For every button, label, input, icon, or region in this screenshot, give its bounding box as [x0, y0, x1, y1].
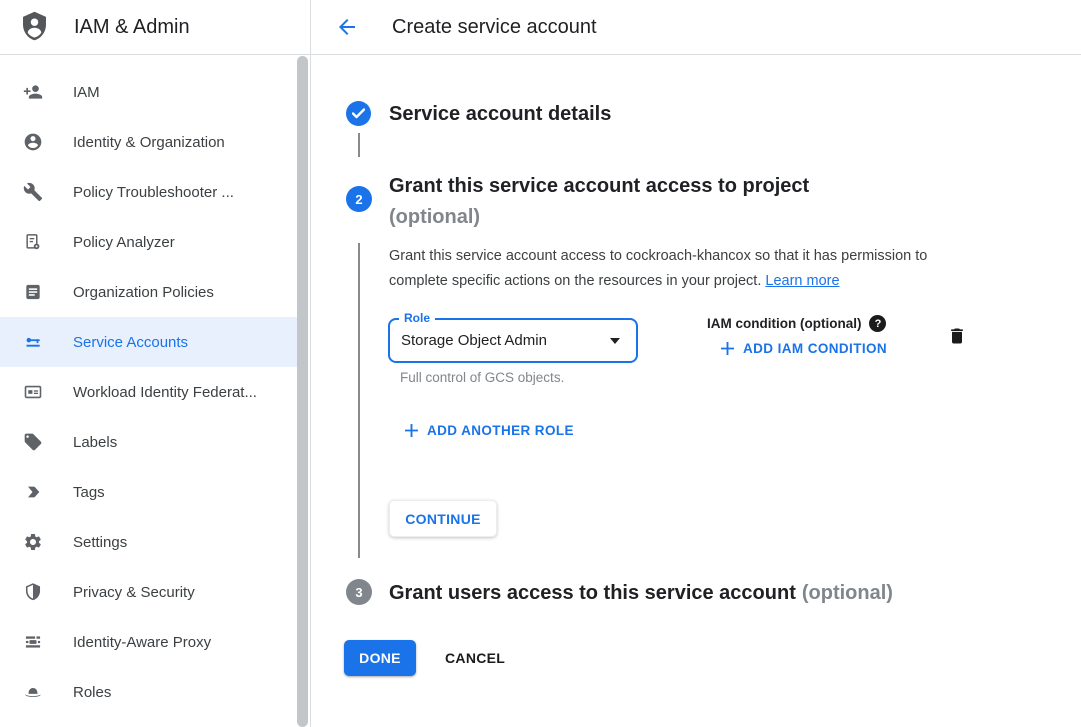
sidebar-item-label: Policy Analyzer — [73, 234, 175, 251]
stepper-connector — [358, 243, 360, 558]
arrow-back-icon — [335, 15, 359, 39]
help-icon[interactable]: ? — [869, 315, 886, 332]
add-another-role-button[interactable]: ADD ANOTHER ROLE — [405, 423, 574, 438]
tag-arrow-icon — [23, 482, 43, 502]
gear-icon — [23, 532, 43, 552]
sidebar-divider — [310, 0, 311, 727]
step2-number: 2 — [355, 192, 362, 207]
step2-optional-label: (optional) — [389, 202, 809, 233]
add-another-role-label: ADD ANOTHER ROLE — [427, 423, 574, 438]
step2-indicator: 2 — [346, 186, 372, 212]
sidebar-item-service-accounts[interactable]: Service Accounts — [0, 317, 297, 367]
role-select-value: Storage Object Admin — [401, 332, 547, 349]
wrench-icon — [23, 182, 43, 202]
sidebar-item-identity-aware-proxy[interactable]: Identity-Aware Proxy — [0, 617, 297, 667]
sidebar-item-policy-analyzer[interactable]: Policy Analyzer — [0, 217, 297, 267]
shield-half-icon — [23, 582, 43, 602]
top-header: IAM & Admin Create service account — [0, 0, 1081, 55]
proxy-icon — [23, 632, 43, 652]
create-service-account-panel: Service account details 2 Grant this ser… — [311, 55, 1081, 727]
page-title: Create service account — [392, 16, 597, 39]
product-header: IAM & Admin — [0, 0, 310, 54]
check-icon — [352, 108, 365, 119]
step1-title[interactable]: Service account details — [389, 103, 611, 126]
step2-description-text: Grant this service account access to coc… — [389, 248, 927, 289]
sidebar-item-label: Settings — [73, 534, 127, 551]
sidebar-item-label: Service Accounts — [73, 334, 188, 351]
sidebar-item-identity-organization[interactable]: Identity & Organization — [0, 117, 297, 167]
step2-description: Grant this service account access to coc… — [389, 244, 989, 294]
back-button[interactable] — [334, 14, 360, 40]
sidebar-item-label: Organization Policies — [73, 284, 214, 301]
plus-icon — [721, 342, 734, 355]
sidebar-item-label: Roles — [73, 684, 111, 701]
role-field-label: Role — [399, 311, 435, 325]
sidebar-item-label: Workload Identity Federat... — [73, 384, 257, 401]
sidebar-item-label: Labels — [73, 434, 117, 451]
sidebar-scrollbar[interactable] — [297, 56, 308, 727]
iam-condition-label: IAM condition (optional) ? — [707, 315, 886, 332]
sidebar-item-label: Policy Troubleshooter ... — [73, 184, 234, 201]
sidebar-item-settings[interactable]: Settings — [0, 517, 297, 567]
product-title: IAM & Admin — [74, 16, 190, 39]
plus-icon — [405, 424, 418, 437]
hat-icon — [23, 682, 43, 702]
dropdown-caret-icon — [610, 338, 620, 344]
role-helper-text: Full control of GCS objects. — [400, 370, 564, 385]
account-circle-icon — [23, 132, 43, 152]
step3-indicator: 3 — [346, 579, 372, 605]
step1-completed-indicator — [346, 101, 371, 126]
iam-shield-icon — [20, 10, 49, 45]
id-card-icon — [23, 382, 43, 402]
step3-number: 3 — [355, 585, 362, 600]
page-header: Create service account — [310, 0, 1081, 54]
trash-icon — [947, 325, 967, 347]
sidebar-item-workload-identity-federation[interactable]: Workload Identity Federat... — [0, 367, 297, 417]
step3-optional-label: (optional) — [802, 582, 893, 604]
person-add-icon — [23, 82, 43, 102]
add-iam-condition-button[interactable]: ADD IAM CONDITION — [721, 341, 887, 356]
sidebar-item-label: Identity-Aware Proxy — [73, 634, 211, 651]
sidebar-item-iam[interactable]: IAM — [0, 67, 297, 117]
sidebar-item-label: Identity & Organization — [73, 134, 225, 151]
sidebar: IAM Identity & Organization Policy Troub… — [0, 56, 310, 727]
cancel-button[interactable]: CANCEL — [430, 640, 520, 676]
sidebar-item-policy-troubleshooter[interactable]: Policy Troubleshooter ... — [0, 167, 297, 217]
label-tag-icon — [23, 432, 43, 452]
sidebar-item-organization-policies[interactable]: Organization Policies — [0, 267, 297, 317]
delete-role-button[interactable] — [947, 324, 971, 348]
sidebar-item-label: Privacy & Security — [73, 584, 195, 601]
document-gear-icon — [23, 232, 43, 252]
step2-title: Grant this service account access to pro… — [389, 171, 809, 233]
done-button[interactable]: DONE — [344, 640, 416, 676]
article-icon — [23, 282, 43, 302]
sidebar-item-roles[interactable]: Roles — [0, 667, 297, 717]
sidebar-item-label: IAM — [73, 84, 100, 101]
add-iam-condition-label: ADD IAM CONDITION — [743, 341, 887, 356]
learn-more-link[interactable]: Learn more — [765, 273, 839, 289]
sidebar-item-labels[interactable]: Labels — [0, 417, 297, 467]
sidebar-item-privacy-security[interactable]: Privacy & Security — [0, 567, 297, 617]
stepper-connector — [358, 133, 360, 157]
sidebar-item-tags[interactable]: Tags — [0, 467, 297, 517]
step2-title-text: Grant this service account access to pro… — [389, 175, 809, 197]
step3-title-text: Grant users access to this service accou… — [389, 582, 796, 604]
service-account-key-icon — [23, 332, 43, 352]
iam-condition-label-text: IAM condition (optional) — [707, 316, 861, 331]
step3-title[interactable]: Grant users access to this service accou… — [389, 582, 893, 605]
continue-button[interactable]: CONTINUE — [389, 500, 497, 537]
sidebar-item-label: Tags — [73, 484, 105, 501]
